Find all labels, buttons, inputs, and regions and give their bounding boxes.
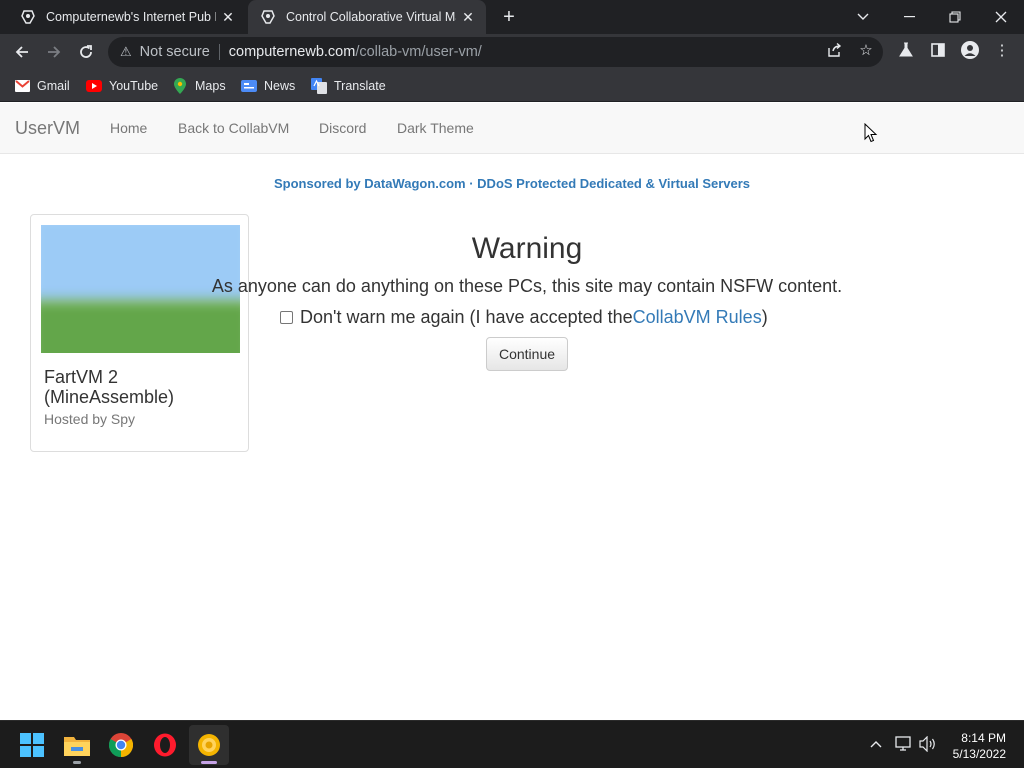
vm-host: Hosted by Spy <box>44 411 136 427</box>
minimize-button[interactable] <box>886 0 932 34</box>
tab-collabvm[interactable]: Control Collaborative Virtual Machines ✕ <box>248 0 486 34</box>
omnibox-divider <box>218 44 220 60</box>
brand-link[interactable]: UserVM <box>15 118 80 139</box>
reload-icon[interactable] <box>74 40 98 64</box>
windows-taskbar: 8:14 PM 5/13/2022 <box>0 720 1024 768</box>
bookmark-label: Gmail <box>37 79 70 93</box>
gmail-icon <box>14 78 30 94</box>
bookmark-label: YouTube <box>109 79 159 93</box>
nav-link-home[interactable]: Home <box>110 120 147 136</box>
bookmark-youtube[interactable]: YouTube <box>86 76 158 96</box>
collabvm-rules-link[interactable]: CollabVM Rules <box>633 307 762 328</box>
dont-warn-again-checkbox[interactable] <box>280 310 293 324</box>
news-icon <box>241 78 257 94</box>
close-window-button[interactable] <box>978 0 1024 34</box>
restore-button[interactable] <box>932 0 978 34</box>
taskbar-clock[interactable]: 8:14 PM 5/13/2022 <box>953 730 1006 762</box>
share-icon[interactable] <box>824 40 844 60</box>
start-windows-icon[interactable] <box>12 725 52 765</box>
url-path: /collab-vm/user-vm/ <box>355 44 482 60</box>
bookmark-star-icon[interactable]: ☆ <box>856 40 876 60</box>
url-host: computernewb.com <box>228 44 356 60</box>
site-favicon-icon <box>261 10 275 24</box>
vm-name: FartVM 2 (MineAssemble) <box>44 367 175 407</box>
nav-link-back-to-collabvm[interactable]: Back to CollabVM <box>178 120 289 136</box>
menu-kebab-icon[interactable]: ⋮ <box>992 40 1012 60</box>
side-panel-icon[interactable] <box>928 40 948 60</box>
volume-icon[interactable] <box>918 733 938 755</box>
bookmark-label: News <box>264 79 296 93</box>
clock-date: 5/13/2022 <box>952 747 1006 761</box>
network-icon[interactable] <box>894 733 914 755</box>
sponsor-link[interactable]: Sponsored by DataWagon.com · DDoS Protec… <box>0 176 1024 191</box>
youtube-icon <box>86 78 102 94</box>
bookmarks-bar: Gmail YouTube Maps News Translate <box>0 70 1024 102</box>
browser-tab-bar: Computernewb's Internet Pub Hub ✕ Contro… <box>0 0 1024 34</box>
dont-warn-again-suffix: ) <box>761 306 768 327</box>
dont-warn-again-row: Don't warn me again (I have accepted the… <box>280 306 768 328</box>
bookmark-maps[interactable]: Maps <box>172 76 226 96</box>
close-tab-icon[interactable]: ✕ <box>220 9 236 25</box>
collabvm-app-icon[interactable] <box>189 725 229 765</box>
chrome-icon[interactable] <box>101 725 141 765</box>
bookmark-label: Translate <box>334 79 386 93</box>
chevron-up-icon[interactable] <box>866 733 886 755</box>
extension-flask-icon[interactable] <box>896 40 916 60</box>
nav-link-dark-theme[interactable]: Dark Theme <box>397 120 474 136</box>
opera-icon[interactable] <box>145 725 185 765</box>
warning-triangle-icon[interactable]: ⚠ <box>120 44 132 60</box>
warning-title: Warning <box>471 232 583 265</box>
mouse-cursor-icon <box>864 123 878 143</box>
tab-title: Control Collaborative Virtual Machines <box>286 10 456 24</box>
translate-icon <box>311 78 327 94</box>
back-arrow-icon[interactable] <box>10 40 34 64</box>
bookmark-label: Maps <box>195 79 226 93</box>
bookmark-translate[interactable]: Translate <box>311 76 386 96</box>
warning-text: As anyone can do anything on these PCs, … <box>211 276 843 296</box>
new-tab-button[interactable]: + <box>498 6 520 28</box>
continue-button[interactable]: Continue <box>486 337 568 371</box>
maps-pin-icon <box>172 78 188 94</box>
tab-internet-pub-hub[interactable]: Computernewb's Internet Pub Hub ✕ <box>8 0 246 34</box>
close-tab-icon[interactable]: ✕ <box>460 9 476 25</box>
site-favicon-icon <box>21 10 35 24</box>
clock-time: 8:14 PM <box>961 731 1006 745</box>
forward-arrow-icon[interactable] <box>42 40 66 64</box>
profile-avatar-icon[interactable] <box>960 40 980 60</box>
nav-link-discord[interactable]: Discord <box>319 120 366 136</box>
dont-warn-again-label: Don't warn me again (I have accepted the <box>300 306 633 327</box>
bookmark-gmail[interactable]: Gmail <box>14 76 70 96</box>
tab-search-chevron-icon[interactable] <box>840 0 886 34</box>
browser-toolbar: ⚠ Not secure computernewb.com/collab-vm/… <box>0 34 1024 70</box>
security-label[interactable]: Not secure <box>140 44 210 60</box>
tab-title: Computernewb's Internet Pub Hub <box>46 10 216 24</box>
address-bar[interactable]: ⚠ Not secure computernewb.com/collab-vm/… <box>108 37 883 67</box>
file-explorer-icon[interactable] <box>57 725 97 765</box>
bookmark-news[interactable]: News <box>241 76 295 96</box>
